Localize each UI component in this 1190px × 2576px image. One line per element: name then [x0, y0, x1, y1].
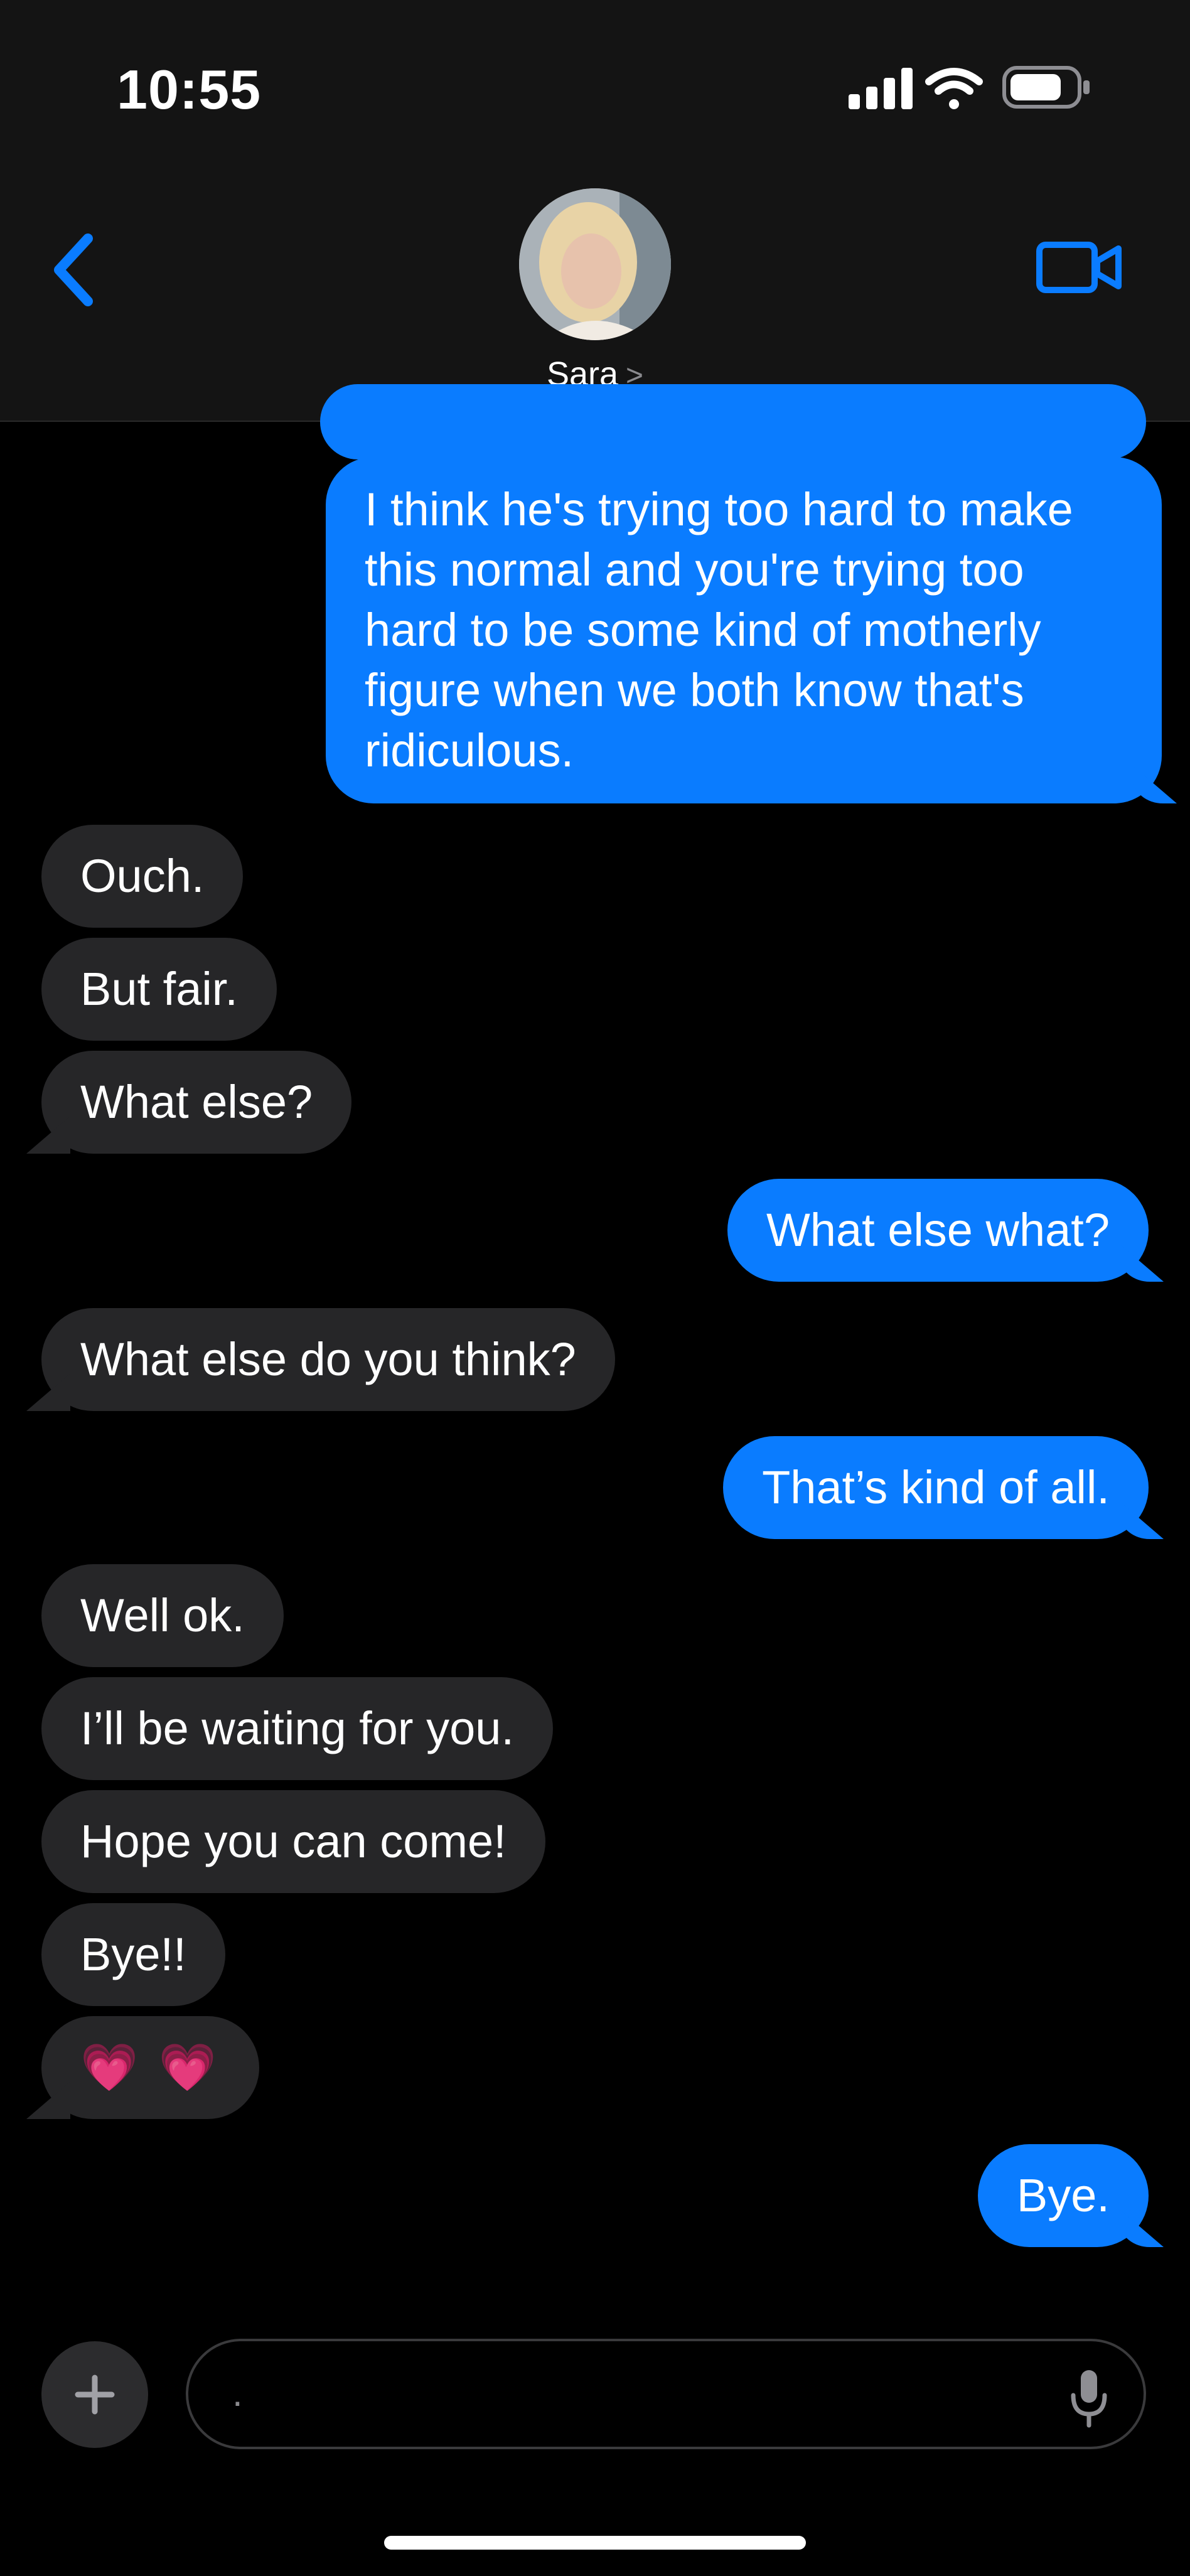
wifi-icon	[925, 68, 983, 109]
message-list: I think he's trying too hard to make thi…	[0, 384, 1190, 2305]
message-bubble-incoming[interactable]: What else do you think?	[41, 1308, 615, 1411]
message-bubble-incoming[interactable]: 💗 💗	[41, 2016, 259, 2119]
clock: 10:55	[117, 58, 262, 121]
message-text: But fair.	[80, 963, 238, 1015]
message-bubble-incoming[interactable]: Ouch.	[41, 825, 244, 928]
message-text: Ouch.	[80, 850, 205, 902]
message-input-placeholder: .	[232, 2372, 243, 2414]
message-text: What else what?	[766, 1204, 1110, 1256]
message-bubble-outgoing[interactable]: Bye.	[977, 2144, 1149, 2247]
message-bubble-incoming[interactable]: Hope you can come!	[41, 1790, 545, 1893]
composer-bar: .	[0, 2322, 1190, 2576]
message-bubble-outgoing[interactable]: What else what?	[727, 1179, 1149, 1282]
message-text: I think he's trying too hard to make thi…	[365, 483, 1073, 776]
microphone-icon[interactable]	[1067, 2366, 1111, 2429]
message-bubble-incoming[interactable]: But fair.	[41, 938, 277, 1041]
message-text: I’ll be waiting for you.	[80, 1702, 515, 1754]
plus-button[interactable]	[41, 2341, 148, 2448]
cellular-signal-icon	[849, 68, 913, 109]
back-chevron-icon[interactable]	[44, 226, 100, 314]
home-indicator[interactable]	[384, 2536, 806, 2550]
message-text: That’s kind of all.	[762, 1461, 1110, 1513]
message-text: Hope you can come!	[80, 1815, 507, 1867]
message-bubble-outgoing[interactable]: I think he's trying too hard to make thi…	[326, 457, 1162, 803]
conversation-header: Sara >	[0, 157, 1190, 422]
message-bubble-outgoing[interactable]: That’s kind of all.	[723, 1436, 1149, 1539]
message-text: What else do you think?	[80, 1333, 576, 1385]
message-text: What else?	[80, 1076, 313, 1128]
message-bubble-clipped	[320, 384, 1146, 459]
message-text: Bye!!	[80, 1928, 186, 1980]
plus-icon	[75, 2375, 115, 2415]
video-camera-icon[interactable]	[1036, 232, 1123, 301]
contact-avatar[interactable]	[519, 188, 671, 340]
message-bubble-incoming[interactable]: Well ok.	[41, 1564, 284, 1667]
message-input[interactable]: .	[186, 2339, 1146, 2449]
message-text: Well ok.	[80, 1589, 245, 1641]
battery-icon	[1002, 66, 1090, 109]
emoji-message: 💗 💗	[80, 2041, 220, 2093]
message-bubble-incoming[interactable]: What else?	[41, 1051, 352, 1154]
status-bar: 10:55	[0, 0, 1190, 157]
message-bubble-incoming[interactable]: I’ll be waiting for you.	[41, 1677, 554, 1780]
status-icons	[849, 66, 1090, 109]
message-text: Bye.	[1016, 2169, 1110, 2221]
message-bubble-incoming[interactable]: Bye!!	[41, 1903, 225, 2006]
